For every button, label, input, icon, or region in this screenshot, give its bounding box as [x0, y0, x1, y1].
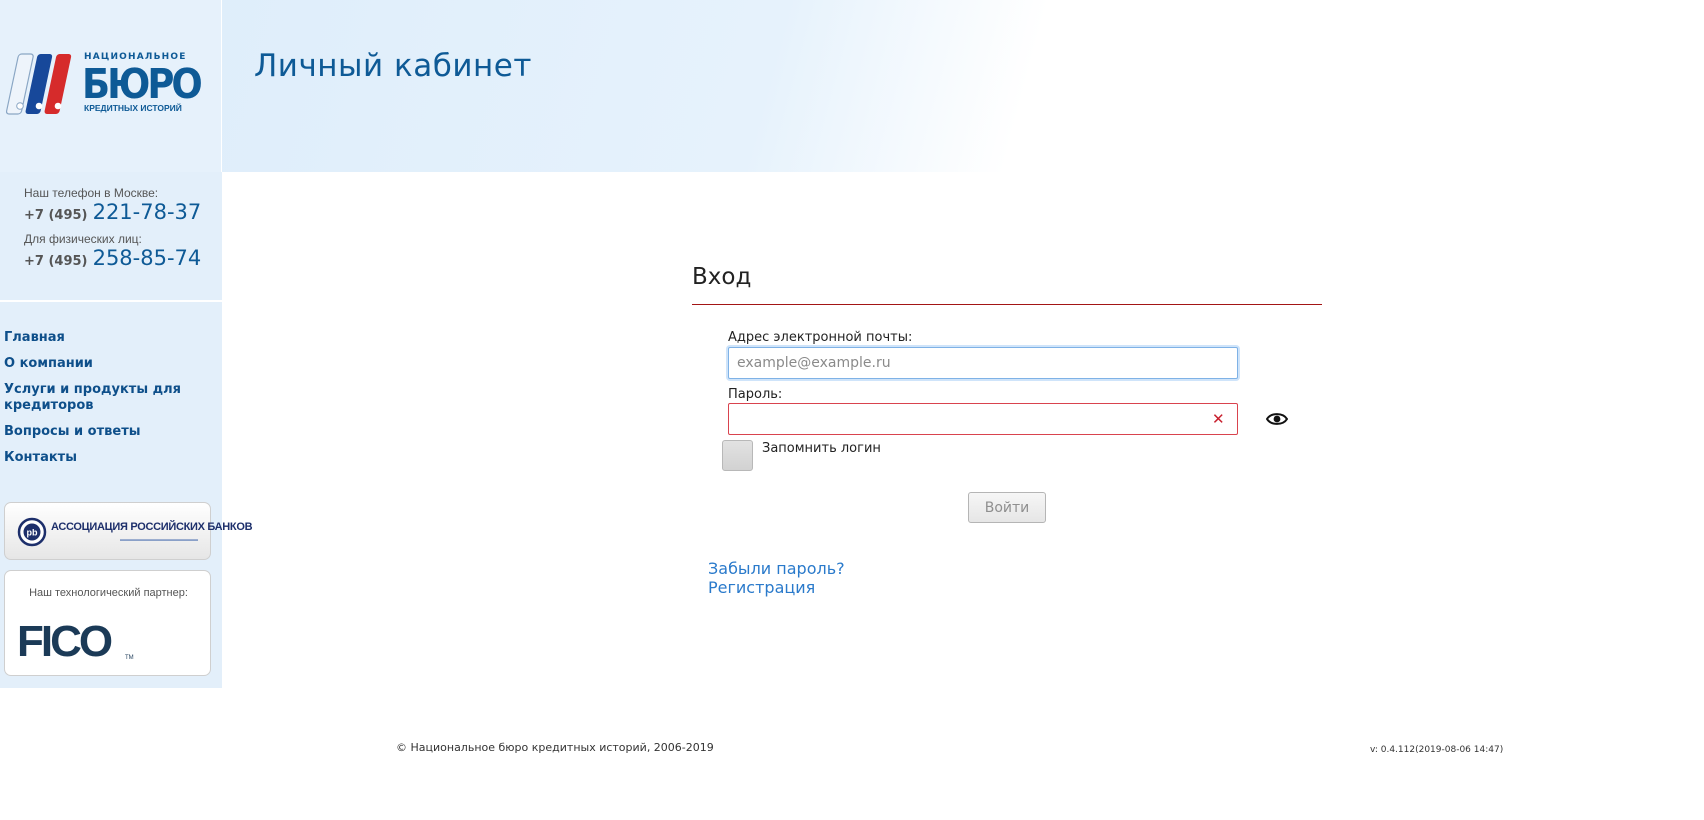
- arb-emblem-icon: pb: [17, 517, 47, 547]
- logo-bottom-text: КРЕДИТНЫХ ИСТОРИЙ: [84, 102, 182, 113]
- sidebar-nav: Главная О компании Услуги и продукты для…: [4, 330, 214, 476]
- login-title: Вход: [692, 264, 752, 290]
- register-link[interactable]: Регистрация: [708, 578, 815, 597]
- nav-item-contacts[interactable]: Контакты: [4, 450, 214, 466]
- contact-phones: Наш телефон в Москве: +7 (495) 221-78-37…: [24, 186, 214, 278]
- nbki-logo[interactable]: НАЦИОНАЛЬНОЕ БЮРО КРЕДИТНЫХ ИСТОРИЙ: [6, 48, 206, 120]
- nav-item-services[interactable]: Услуги и продукты для кредиторов: [4, 382, 214, 414]
- phone-individuals: +7 (495) 258-85-74: [24, 246, 214, 270]
- arb-banner-decoration: ▬▬▬▬▬▬▬▬▬▬▬▬▬: [120, 537, 198, 543]
- password-field[interactable]: [728, 403, 1238, 435]
- sidebar: Наш телефон в Москве: +7 (495) 221-78-37…: [0, 172, 253, 688]
- forgot-password-link[interactable]: Забыли пароль?: [708, 559, 845, 578]
- email-label: Адрес электронной почты:: [728, 330, 913, 345]
- arb-banner-title: АССОЦИАЦИЯ РОССИЙСКИХ БАНКОВ: [51, 521, 253, 533]
- nav-item-faq[interactable]: Вопросы и ответы: [4, 424, 214, 440]
- logo-main-text: БЮРО: [82, 60, 201, 108]
- email-field[interactable]: [728, 347, 1238, 379]
- login-title-divider: [692, 304, 1322, 305]
- password-label: Пароль:: [728, 387, 783, 402]
- phone-code: +7 (495): [24, 208, 88, 223]
- login-button[interactable]: Войти: [968, 492, 1046, 523]
- svg-text:pb: pb: [27, 528, 38, 538]
- phone-label-individuals: Для физических лиц:: [24, 232, 142, 246]
- sidebar-divider: [0, 300, 222, 302]
- phone-moscow: +7 (495) 221-78-37: [24, 200, 214, 224]
- phone-number: 221-78-37: [92, 200, 202, 224]
- fico-logo: FICO: [17, 617, 113, 666]
- fico-trademark: TM: [125, 655, 134, 661]
- page-title: Личный кабинет: [254, 48, 532, 84]
- remember-login-checkbox[interactable]: [722, 440, 753, 471]
- phone-number: 258-85-74: [92, 246, 202, 270]
- remember-login-label[interactable]: Запомнить логин: [762, 441, 881, 456]
- copyright-text: © Национальное бюро кредитных историй, 2…: [396, 741, 714, 754]
- version-text: v: 0.4.112(2019-08-06 14:47): [1370, 745, 1504, 755]
- close-icon[interactable]: ✕: [1212, 410, 1225, 428]
- partner-label: Наш технологический партнер:: [29, 587, 188, 599]
- fico-partner-banner[interactable]: Наш технологический партнер: FICO TM: [4, 570, 211, 676]
- phone-label-moscow: Наш телефон в Москве:: [24, 186, 159, 200]
- logo-area: НАЦИОНАЛЬНОЕ БЮРО КРЕДИТНЫХ ИСТОРИЙ: [0, 0, 222, 172]
- nav-item-home[interactable]: Главная: [4, 330, 214, 346]
- nav-item-about[interactable]: О компании: [4, 356, 214, 372]
- phone-code: +7 (495): [24, 254, 88, 269]
- arb-banner[interactable]: pb АССОЦИАЦИЯ РОССИЙСКИХ БАНКОВ ▬▬▬▬▬▬▬▬…: [4, 502, 253, 560]
- eye-icon[interactable]: [1266, 410, 1288, 428]
- page-header: НАЦИОНАЛЬНОЕ БЮРО КРЕДИТНЫХ ИСТОРИЙ Личн…: [0, 0, 1704, 172]
